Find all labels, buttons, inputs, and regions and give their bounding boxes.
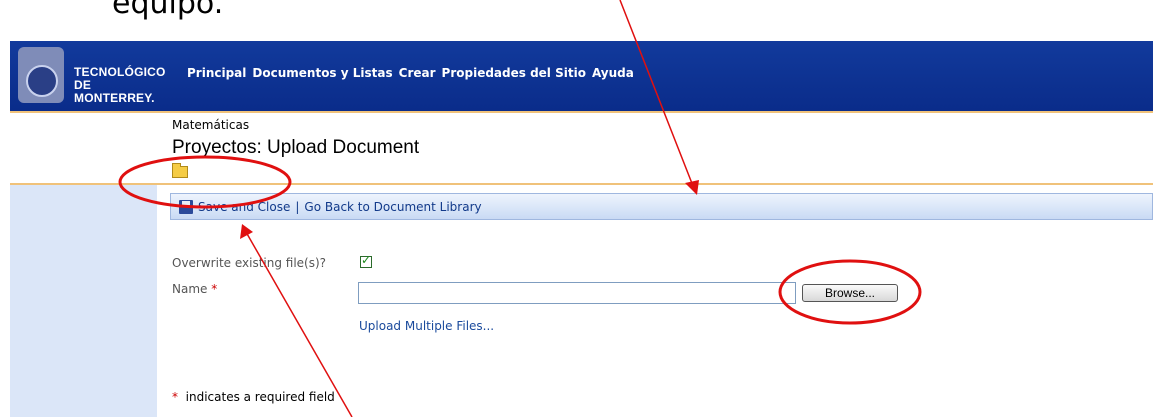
annotation-ellipse-browse — [778, 259, 922, 325]
annotation-ellipse-folder — [118, 155, 292, 209]
annotation-arrow-top — [619, 0, 694, 187]
annotation-arrowhead-bottom — [240, 224, 253, 239]
annotation-overlay — [118, 0, 922, 417]
annotation-arrow-bottom — [245, 231, 353, 417]
annotation-arrowhead-top — [685, 180, 699, 195]
